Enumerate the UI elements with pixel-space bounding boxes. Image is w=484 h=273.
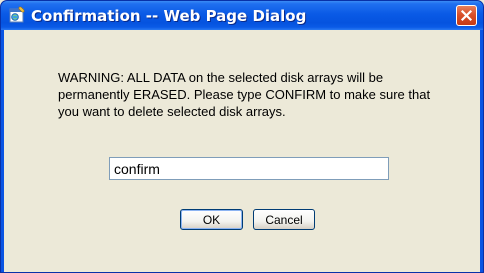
cancel-button[interactable]: Cancel bbox=[253, 209, 315, 230]
warning-message: WARNING: ALL DATA on the selected disk a… bbox=[58, 70, 431, 119]
window-title: Confirmation -- Web Page Dialog bbox=[31, 7, 307, 25]
close-button[interactable] bbox=[456, 5, 477, 26]
page-dialog-icon bbox=[8, 6, 26, 24]
title-bar[interactable]: Confirmation -- Web Page Dialog bbox=[1, 1, 483, 30]
ok-button[interactable]: OK bbox=[180, 209, 243, 230]
dialog-window: Confirmation -- Web Page Dialog WARNING:… bbox=[0, 0, 484, 273]
confirm-input[interactable] bbox=[109, 157, 389, 180]
dialog-body: WARNING: ALL DATA on the selected disk a… bbox=[4, 30, 480, 272]
